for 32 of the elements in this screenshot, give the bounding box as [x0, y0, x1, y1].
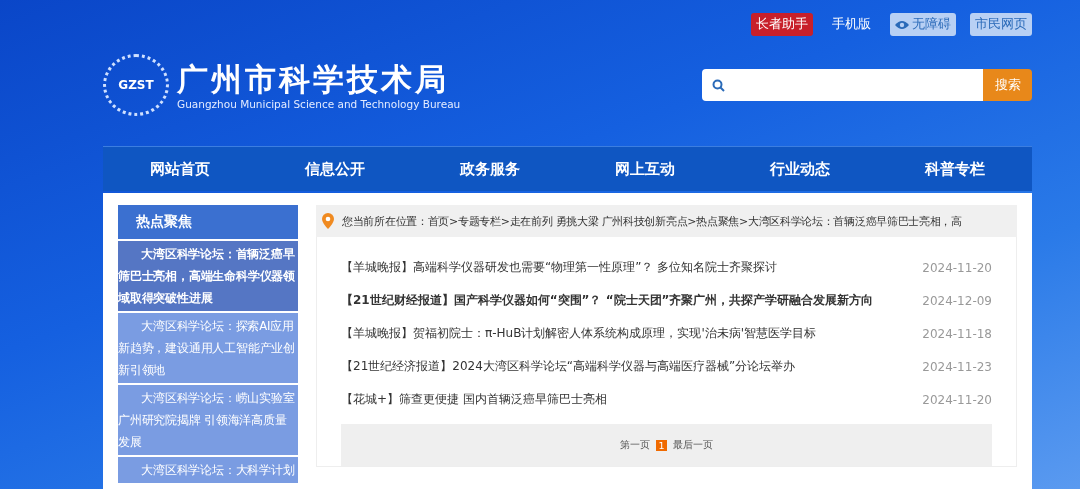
breadcrumb: 您当前所在位置：首页>专题专栏>走在前列 勇挑大梁 广州科技创新亮点>热点聚焦>大湾区科学论坛：首辆泛癌早筛巴士亮相，高	[342, 213, 962, 229]
top-link[interactable]: 市民网页	[970, 13, 1032, 36]
nav-item[interactable]: 网上互动	[567, 147, 723, 191]
nav-item[interactable]: 行业动态	[722, 147, 878, 191]
top-link[interactable]: 长者助手	[751, 13, 813, 36]
news-date: 2024-11-20	[922, 392, 992, 407]
nav-item[interactable]: 网站首页	[103, 147, 258, 191]
news-link[interactable]: 【羊城晚报】高端科学仪器研发也需要“物理第一性原理”？ 多位知名院士齐聚探讨	[341, 259, 778, 276]
location-pin-icon	[322, 213, 334, 229]
news-date: 2024-11-20	[922, 260, 992, 275]
site-title: 广州市科学技术局	[177, 60, 450, 98]
nav-item[interactable]: 信息公开	[257, 147, 413, 191]
nav-item[interactable]: 政务服务	[412, 147, 568, 191]
news-link[interactable]: 【花城+】筛查更便捷 国内首辆泛癌早筛巴士亮相	[341, 391, 607, 408]
news-date: 2024-11-18	[922, 326, 992, 341]
site-subtitle: Guangzhou Municipal Science and Technology Bureau	[177, 98, 461, 110]
logo-emblem: GZST	[103, 54, 169, 116]
news-date: 2024-12-09	[922, 293, 992, 308]
search-icon	[712, 78, 725, 92]
first-page-link[interactable]: 第一页	[618, 438, 653, 452]
search-field[interactable]	[702, 69, 983, 101]
top-link[interactable]: 手机版	[827, 13, 876, 36]
news-date: 2024-11-23	[922, 359, 992, 374]
sidebar-title: 热点聚焦	[118, 205, 298, 239]
news-link[interactable]: 【21世纪经济报道】2024大湾区科学论坛“高端科学仪器与高端医疗器械”分论坛举办	[341, 358, 796, 375]
eye-icon	[895, 19, 909, 30]
news-link[interactable]: 【21世纪财经报道】国产科学仪器如何“突围”？ “院士天团”齐聚广州，共探产学研融合发展新方向	[341, 292, 874, 309]
nav-item[interactable]: 科普专栏	[877, 147, 1032, 191]
top-link[interactable]: 无障碍	[890, 13, 956, 36]
last-page-link[interactable]: 最后一页	[670, 438, 715, 452]
news-link[interactable]: 【羊城晚报】贺福初院士：π-HuB计划解密人体系统构成原理，实现'治未病'智慧医学目标	[341, 325, 816, 342]
sidebar-item[interactable]: 大湾区科学论坛：首辆泛癌早筛巴士亮相，高端生命科学仪器领域取得突破性进展	[118, 241, 298, 311]
